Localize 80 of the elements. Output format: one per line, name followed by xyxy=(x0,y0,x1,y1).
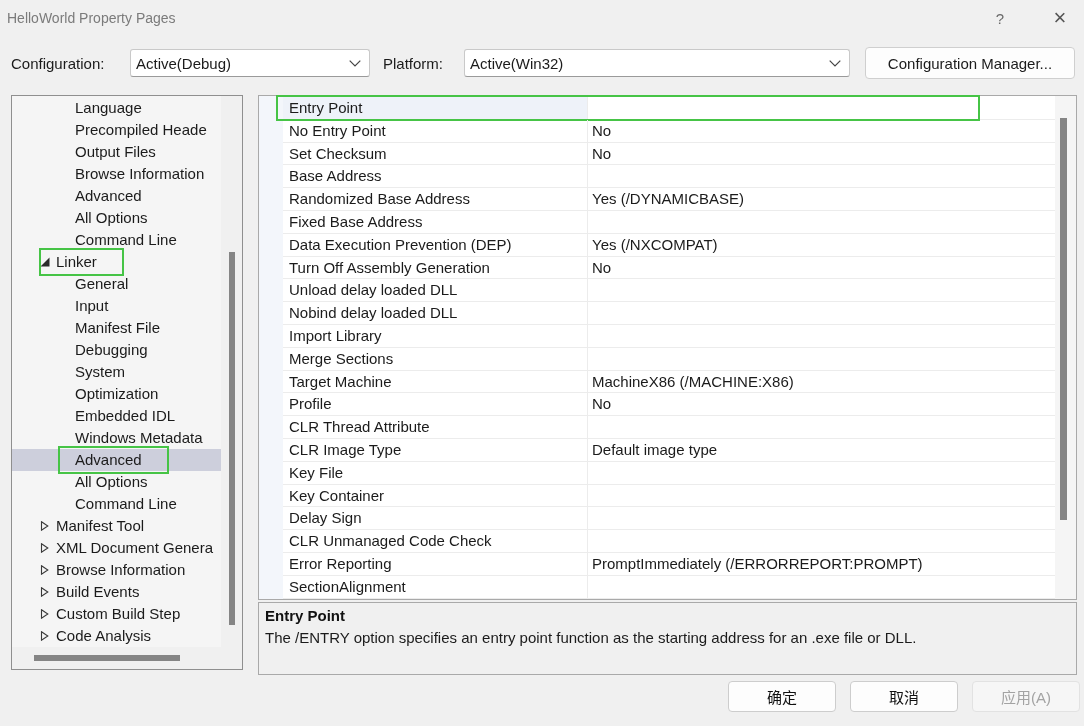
property-value[interactable]: No xyxy=(588,119,1055,143)
property-name[interactable]: Turn Off Assembly Generation xyxy=(283,256,588,280)
configuration-dropdown[interactable]: Active(Debug) xyxy=(130,49,370,77)
tree-item[interactable]: All Options xyxy=(12,207,221,229)
property-value[interactable]: No xyxy=(588,393,1055,417)
property-name[interactable]: Delay Sign xyxy=(283,507,588,531)
property-name[interactable]: Randomized Base Address xyxy=(283,188,588,211)
tree-item[interactable]: Debugging xyxy=(12,339,221,361)
tree-item[interactable]: Build Events xyxy=(12,581,221,603)
tree-item[interactable]: XML Document Genera xyxy=(12,537,221,559)
tree-item[interactable]: Command Line xyxy=(12,229,221,251)
tree-item[interactable]: Embedded IDL xyxy=(12,405,221,427)
property-name[interactable]: Target Machine xyxy=(283,370,588,394)
platform-dropdown[interactable]: Active(Win32) xyxy=(464,49,850,77)
configuration-manager-button[interactable]: Configuration Manager... xyxy=(865,47,1075,79)
property-name[interactable]: Base Address xyxy=(283,165,588,189)
tree-item[interactable]: Optimization xyxy=(12,383,221,405)
configuration-label: Configuration: xyxy=(11,54,106,72)
tree-item[interactable]: Windows Metadata xyxy=(12,427,221,449)
tree-item[interactable]: System xyxy=(12,361,221,383)
chevron-down-icon[interactable] xyxy=(349,59,361,67)
help-button[interactable]: ? xyxy=(977,1,1023,35)
tree-arrow-icon[interactable] xyxy=(40,257,50,267)
tree-item[interactable]: All Options xyxy=(12,471,221,493)
dialog-button[interactable]: 确定 xyxy=(728,681,836,712)
property-name[interactable]: CLR Image Type xyxy=(283,438,588,462)
tree-item[interactable]: Advanced xyxy=(12,449,221,471)
platform-label: Platform: xyxy=(383,54,444,72)
property-name[interactable]: CLR Unmanaged Code Check xyxy=(283,530,588,553)
scrollbar-thumb[interactable] xyxy=(229,252,235,625)
property-name[interactable]: Merge Sections xyxy=(283,347,588,371)
property-value[interactable]: Yes (/DYNAMICBASE) xyxy=(588,188,1055,211)
property-name[interactable]: CLR Thread Attribute xyxy=(283,416,588,439)
property-name[interactable]: SectionAlignment xyxy=(283,575,588,599)
description-title: Entry Point xyxy=(265,605,346,626)
scrollbar-thumb[interactable] xyxy=(1060,118,1067,520)
scrollbar-thumb[interactable] xyxy=(34,655,180,661)
tree-item[interactable]: Manifest Tool xyxy=(12,515,221,537)
property-name[interactable]: Data Execution Prevention (DEP) xyxy=(283,233,588,257)
chevron-down-icon[interactable] xyxy=(829,59,841,67)
tree-arrow-icon[interactable] xyxy=(40,521,50,531)
property-name[interactable]: Error Reporting xyxy=(283,552,588,576)
tree-arrow-icon[interactable] xyxy=(40,543,50,553)
window-title: HelloWorld Property Pages xyxy=(7,10,177,26)
tree-item[interactable]: Precompiled Heade xyxy=(12,119,221,141)
property-name[interactable]: No Entry Point xyxy=(283,119,588,143)
tree-item[interactable]: Command Line xyxy=(12,493,221,515)
tree-item[interactable]: Code Analysis xyxy=(12,625,221,647)
tree-arrow-icon[interactable] xyxy=(40,565,50,575)
dialog-button[interactable]: 取消 xyxy=(850,681,958,712)
property-name[interactable]: Set Checksum xyxy=(283,142,588,166)
property-name[interactable]: Key File xyxy=(283,461,588,485)
description-text: The /ENTRY option specifies an entry point function as the starting address for an .exe file or DLL. xyxy=(265,627,918,648)
property-name[interactable]: Entry Point xyxy=(283,97,588,120)
tree-item[interactable]: Browse Information xyxy=(12,559,221,581)
tree-item[interactable]: Browse Information xyxy=(12,163,221,185)
property-name[interactable]: Profile xyxy=(283,393,588,417)
property-value[interactable]: MachineX86 (/MACHINE:X86) xyxy=(588,370,1055,394)
property-value[interactable]: Default image type xyxy=(588,438,1055,462)
tree-item[interactable]: Language xyxy=(12,97,221,119)
close-button[interactable]: × xyxy=(1037,1,1083,35)
property-name[interactable]: Unload delay loaded DLL xyxy=(283,279,588,303)
property-value[interactable]: No xyxy=(588,142,1055,166)
tree-arrow-icon[interactable] xyxy=(40,609,50,619)
property-name[interactable]: Fixed Base Address xyxy=(283,211,588,234)
tree-item[interactable]: Custom Build Step xyxy=(12,603,221,625)
tree-item[interactable]: Linker xyxy=(12,251,221,273)
property-name[interactable]: Nobind delay loaded DLL xyxy=(283,302,588,325)
property-value[interactable]: Yes (/NXCOMPAT) xyxy=(588,233,1055,257)
tree-item[interactable]: Manifest File xyxy=(12,317,221,339)
property-value[interactable]: No xyxy=(588,256,1055,280)
tree-item[interactable]: Advanced xyxy=(12,185,221,207)
tree-item[interactable]: Input xyxy=(12,295,221,317)
tree-arrow-icon[interactable] xyxy=(40,631,50,641)
property-value[interactable]: PromptImmediately (/ERRORREPORT:PROMPT) xyxy=(588,552,1055,576)
tree-item[interactable]: General xyxy=(12,273,221,295)
property-name[interactable]: Import Library xyxy=(283,324,588,348)
tree-item[interactable]: Output Files xyxy=(12,141,221,163)
tree-arrow-icon[interactable] xyxy=(40,587,50,597)
property-name[interactable]: Key Container xyxy=(283,484,588,508)
